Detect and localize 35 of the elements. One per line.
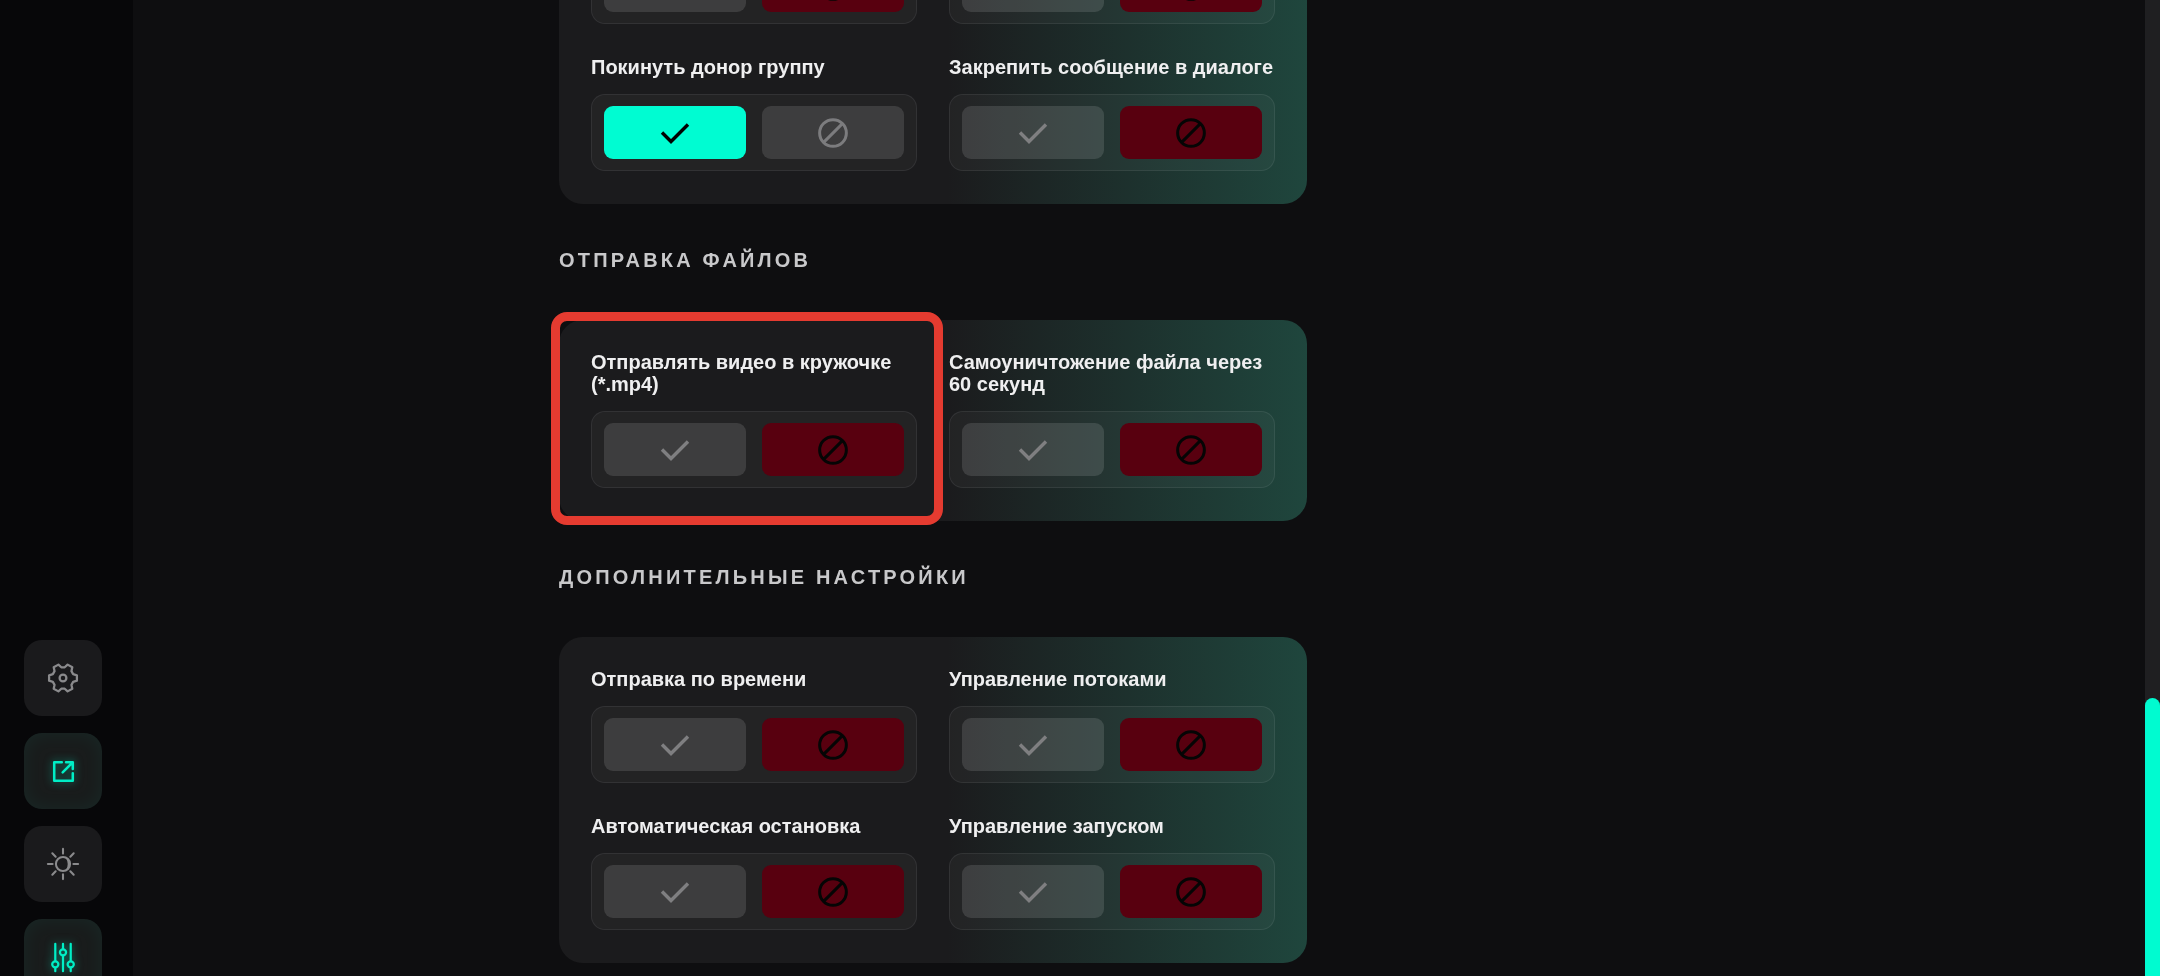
scrollbar-track[interactable] xyxy=(2145,0,2160,976)
sidebar-button[interactable] xyxy=(24,733,102,809)
ban-icon xyxy=(1175,728,1207,761)
sun-moon-icon xyxy=(46,847,80,881)
setting-label: Отправлять видео в кружочке (*.mp4) xyxy=(591,351,893,395)
scrollbar-thumb[interactable] xyxy=(2145,698,2160,976)
ban-icon xyxy=(1175,116,1207,149)
disable-button[interactable] xyxy=(762,106,904,159)
sidebar-button[interactable] xyxy=(24,919,102,976)
disable-button[interactable] xyxy=(1120,106,1262,159)
disable-button[interactable] xyxy=(1120,865,1262,918)
enable-button[interactable] xyxy=(604,106,746,159)
sidebar-button[interactable] xyxy=(24,640,102,716)
disable-button[interactable] xyxy=(762,865,904,918)
setting-label: Управление потоками xyxy=(949,668,1168,690)
ban-icon xyxy=(1175,433,1207,466)
setting-label: Закрепить сообщение в диалоге xyxy=(949,56,1275,78)
disable-button[interactable] xyxy=(762,423,904,476)
sliders-icon xyxy=(51,941,75,973)
disable-button[interactable] xyxy=(1120,718,1262,771)
section-heading: ОТПРАВКА ФАЙЛОВ xyxy=(559,247,812,273)
setting-label: Автоматическая остановка xyxy=(591,815,862,837)
ban-icon xyxy=(817,433,849,466)
ban-icon xyxy=(817,875,849,908)
ban-icon xyxy=(1175,875,1207,908)
disable-button[interactable] xyxy=(1120,423,1262,476)
setting-label: Самоуничтожение файла через 60 секунд xyxy=(949,351,1264,395)
setting-label: Отправка по времени xyxy=(591,668,808,690)
disable-button[interactable] xyxy=(762,718,904,771)
setting-label: Покинуть донор группу xyxy=(591,56,826,78)
ban-icon xyxy=(817,728,849,761)
section-heading: ДОПОЛНИТЕЛЬНЫЕ НАСТРОЙКИ xyxy=(559,564,969,590)
ban-icon xyxy=(817,116,849,149)
gear-icon xyxy=(46,661,80,695)
setting-label: Управление запуском xyxy=(949,815,1165,837)
